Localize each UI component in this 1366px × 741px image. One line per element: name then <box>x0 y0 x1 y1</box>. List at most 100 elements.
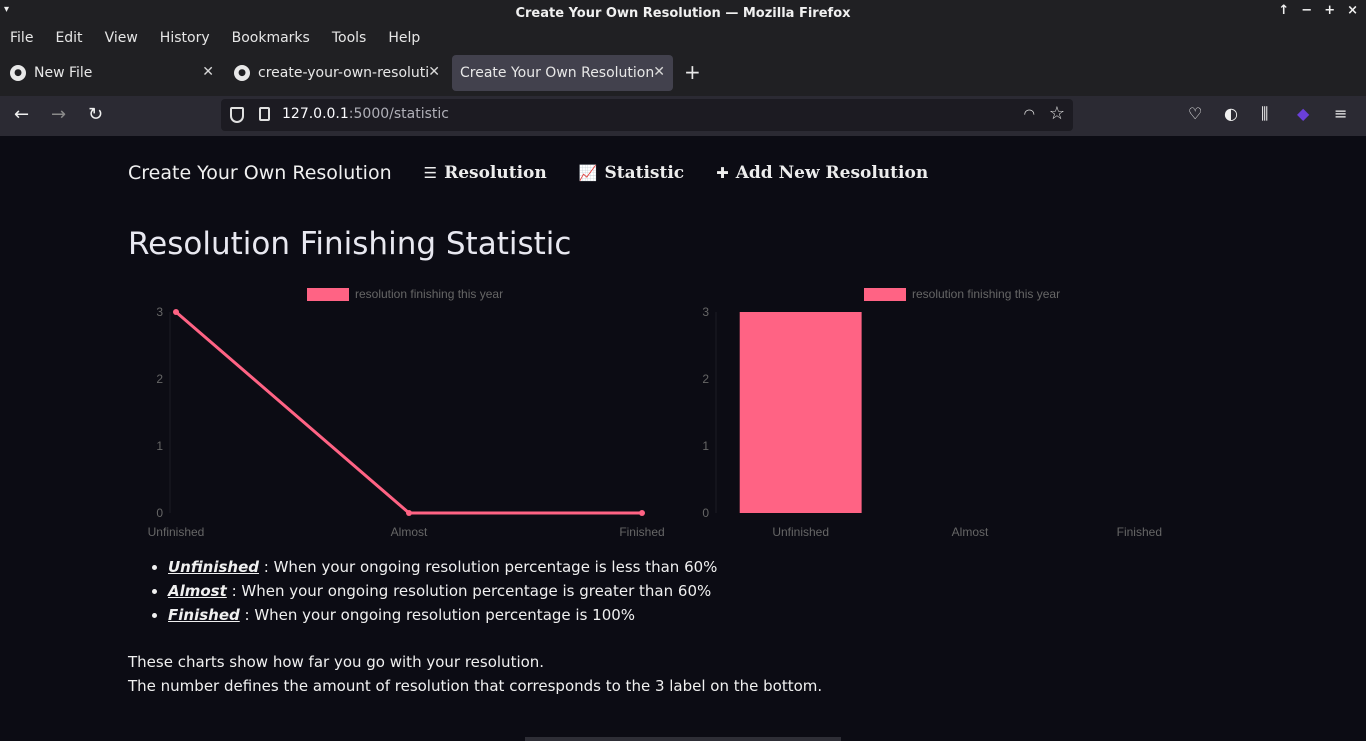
line-chart-svg: resolution finishing this year 0 1 2 3 Unfini… <box>148 287 665 539</box>
window-titlebar: ▾ Create Your Own Resolution — Mozilla F… <box>0 0 1366 26</box>
tab-new-file[interactable]: ● New File ✕ <box>0 55 222 91</box>
tab-repo[interactable]: ● create-your-own-resoluti ✕ <box>224 55 448 91</box>
paragraph-line: These charts show how far you go with yo… <box>128 653 545 671</box>
app-menu-icon[interactable]: ≡ <box>1334 104 1347 123</box>
x-tick-label: Finished <box>619 525 664 539</box>
github-icon: ● <box>10 65 26 81</box>
bar <box>739 312 862 513</box>
new-tab-button[interactable]: + <box>684 60 701 84</box>
extension-icon[interactable]: ◆ <box>1297 104 1309 123</box>
data-point <box>173 309 179 315</box>
nav-link-label: Resolution <box>444 163 547 183</box>
definition-finished: Finished : When your ongoing resolution … <box>168 606 717 625</box>
tab-bar: ● New File ✕ ● create-your-own-resoluti … <box>0 50 1366 96</box>
definition-text: : When your ongoing resolution percentag… <box>239 606 636 624</box>
address-bar[interactable]: 127.0.0.1:5000/statistic ◠ ☆ <box>221 99 1073 131</box>
nav-link-label: Statistic <box>604 163 685 183</box>
menu-tools[interactable]: Tools <box>332 30 367 46</box>
page-info-icon[interactable] <box>259 107 270 121</box>
chart-line-icon: 📈 <box>578 164 598 182</box>
reload-button[interactable]: ↻ <box>88 104 103 125</box>
url-host: 127.0.0.1 <box>282 106 349 122</box>
y-tick-label: 1 <box>156 439 163 453</box>
shield-icon[interactable] <box>230 107 244 123</box>
url-path: :5000/statistic <box>348 106 449 122</box>
library-icon[interactable]: ⫼ <box>1261 104 1268 124</box>
legend-label: resolution finishing this year <box>912 287 1060 301</box>
tab-label: New File <box>34 65 93 81</box>
window-minimize-button[interactable]: − <box>1301 3 1312 18</box>
footer-divider <box>525 737 841 741</box>
nav-link-add-resolution[interactable]: ✚ Add New Resolution <box>716 163 928 183</box>
tab-label: create-your-own-resoluti <box>258 65 428 81</box>
status-definitions: Unfinished : When your ongoing resolutio… <box>168 558 717 630</box>
menu-bar: File Edit View History Bookmarks Tools H… <box>0 26 1366 50</box>
explanation-paragraph: These charts show how far you go with yo… <box>128 650 822 698</box>
menu-help[interactable]: Help <box>388 30 420 46</box>
tab-label: Create Your Own Resolution <box>460 65 655 81</box>
definition-almost: Almost : When your ongoing resolution pe… <box>168 582 717 601</box>
window-menu-icon[interactable]: ▾ <box>4 4 9 15</box>
bookmark-star-icon[interactable]: ☆ <box>1049 103 1065 124</box>
tab-active-page[interactable]: Create Your Own Resolution ✕ <box>452 55 673 91</box>
legend-swatch <box>864 288 906 301</box>
y-tick-label: 0 <box>702 506 709 520</box>
menu-edit[interactable]: Edit <box>55 30 82 46</box>
bar-chart: resolution finishing this year 0 1 2 3 Unfini… <box>684 280 1229 540</box>
window-raise-button[interactable]: ↑ <box>1278 3 1289 18</box>
y-tick-label: 2 <box>156 372 163 386</box>
y-tick-label: 3 <box>156 305 163 319</box>
x-tick-label: Unfinished <box>772 525 829 539</box>
reader-mode-icon[interactable]: ◠ <box>1024 107 1035 122</box>
menu-history[interactable]: History <box>160 30 210 46</box>
definition-text: : When your ongoing resolution percentag… <box>226 582 712 600</box>
data-point <box>639 510 645 516</box>
list-icon: ☰ <box>423 164 438 182</box>
site-navbar: Create Your Own Resolution ☰ Resolution … <box>128 162 960 184</box>
pocket-icon[interactable]: ♡ <box>1188 104 1202 123</box>
y-tick-label: 2 <box>702 372 709 386</box>
forward-button[interactable]: → <box>51 104 66 125</box>
menu-view[interactable]: View <box>105 30 138 46</box>
site-brand[interactable]: Create Your Own Resolution <box>128 162 392 184</box>
y-tick-label: 0 <box>156 506 163 520</box>
nav-link-label: Add New Resolution <box>735 163 929 183</box>
y-tick-label: 1 <box>702 439 709 453</box>
definition-text: : When your ongoing resolution percentag… <box>259 558 718 576</box>
tab-close-icon[interactable]: ✕ <box>428 64 440 80</box>
bar-chart-svg: resolution finishing this year 0 1 2 3 Unfini… <box>702 287 1162 539</box>
page-title: Resolution Finishing Statistic <box>128 226 572 262</box>
menu-bookmarks[interactable]: Bookmarks <box>232 30 310 46</box>
series-line <box>175 310 642 515</box>
data-point <box>406 510 412 516</box>
line-chart: resolution finishing this year 0 1 2 3 Unfini… <box>128 280 673 540</box>
nav-toolbar: ← → ↻ 127.0.0.1:5000/statistic ◠ ☆ ♡ ◐ ⫼… <box>0 96 1366 136</box>
term-almost: Almost <box>168 582 227 600</box>
legend-label: resolution finishing this year <box>355 287 503 301</box>
term-unfinished: Unfinished <box>168 558 260 576</box>
window-close-button[interactable]: × <box>1347 3 1358 18</box>
github-icon: ● <box>234 65 250 81</box>
x-tick-label: Finished <box>1117 525 1162 539</box>
paragraph-line: The number defines the amount of resolut… <box>128 677 823 695</box>
x-tick-label: Unfinished <box>148 525 205 539</box>
x-tick-label: Almost <box>952 525 989 539</box>
url-text[interactable]: 127.0.0.1:5000/statistic <box>282 106 449 122</box>
account-icon[interactable]: ◐ <box>1224 104 1238 123</box>
tab-close-icon[interactable]: ✕ <box>653 64 665 80</box>
tab-close-icon[interactable]: ✕ <box>202 64 214 80</box>
x-tick-label: Almost <box>391 525 428 539</box>
window-controls: ↑ − + × <box>1278 3 1358 18</box>
plus-icon: ✚ <box>716 164 729 182</box>
term-finished: Finished <box>168 606 240 624</box>
page-content: Create Your Own Resolution ☰ Resolution … <box>0 136 1366 741</box>
nav-link-resolution[interactable]: ☰ Resolution <box>424 163 547 183</box>
y-tick-label: 3 <box>702 305 709 319</box>
window-title: Create Your Own Resolution — Mozilla Fir… <box>515 5 851 21</box>
legend-swatch <box>307 288 349 301</box>
back-button[interactable]: ← <box>14 104 29 125</box>
nav-link-statistic[interactable]: 📈 Statistic <box>579 163 684 183</box>
window-maximize-button[interactable]: + <box>1324 3 1335 18</box>
menu-file[interactable]: File <box>10 30 33 46</box>
definition-unfinished: Unfinished : When your ongoing resolutio… <box>168 558 717 577</box>
